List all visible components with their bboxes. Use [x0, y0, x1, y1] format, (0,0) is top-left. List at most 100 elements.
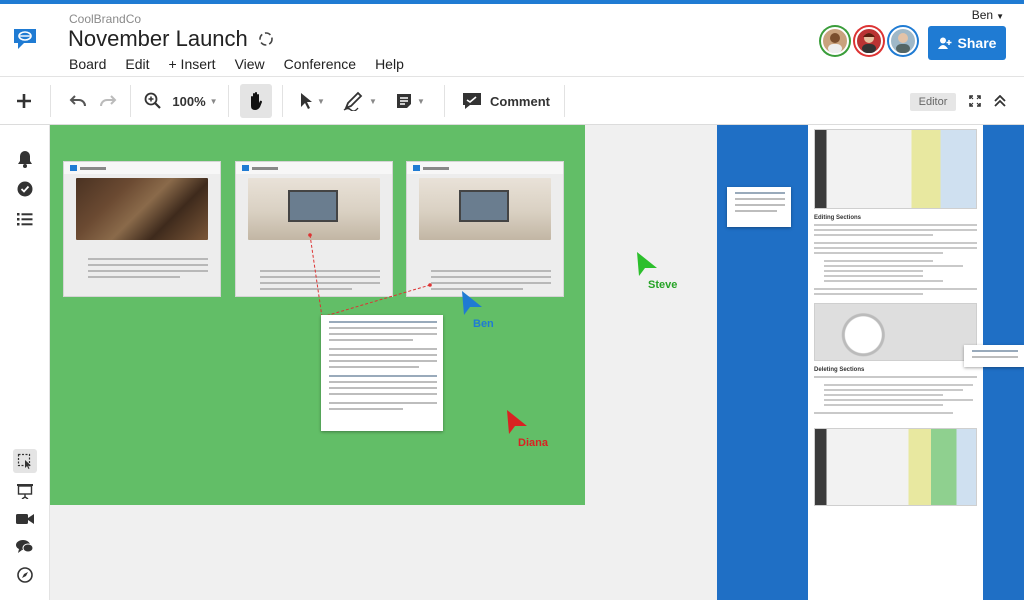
text-line — [824, 265, 963, 267]
brand-name: CoolBrandCo — [69, 12, 142, 26]
text-line — [735, 210, 777, 212]
text-line — [814, 288, 977, 290]
list-icon — [17, 213, 33, 226]
video-camera-icon — [16, 514, 34, 524]
text-line — [329, 321, 437, 323]
cursor-label: Steve — [648, 279, 678, 291]
comment-note[interactable] — [964, 345, 1024, 367]
green-section[interactable]: Steve Ben Diana — [50, 125, 677, 505]
notifications-button[interactable] — [13, 147, 37, 171]
chevron-down-icon: ▼ — [996, 12, 1004, 21]
hand-tool-button[interactable] — [240, 84, 272, 118]
avatar[interactable] — [821, 27, 849, 55]
fullscreen-button[interactable] — [966, 77, 984, 125]
text-line — [329, 360, 437, 362]
comment-note[interactable] — [727, 187, 791, 227]
cursor-label: Diana — [518, 437, 548, 449]
menu-view[interactable]: View — [235, 56, 265, 72]
comment-connectors — [308, 233, 432, 318]
mode-badge[interactable]: Editor — [910, 93, 956, 111]
menu-conference[interactable]: Conference — [284, 56, 356, 72]
menu-edit[interactable]: Edit — [125, 56, 149, 72]
navigator-button[interactable] — [13, 563, 37, 587]
user-menu[interactable]: Ben ▼ — [972, 8, 1004, 22]
cursor-arrow-icon — [462, 291, 482, 315]
undo-button[interactable] — [64, 77, 92, 125]
conceptboard-logo-icon[interactable] — [12, 26, 38, 52]
user-name: Ben — [971, 8, 994, 22]
text-line — [824, 280, 943, 282]
select-area-button[interactable] — [13, 449, 37, 473]
check-circle-icon — [17, 181, 33, 197]
toolbar-divider — [282, 85, 283, 117]
doc-screenshot — [814, 428, 977, 506]
user-add-icon — [937, 37, 952, 49]
chevron-down-icon: ▼ — [417, 96, 425, 106]
board-canvas[interactable]: Steve Ben Diana Editing Sections Deletin… — [50, 125, 1024, 600]
bell-icon — [18, 151, 32, 168]
text-line — [329, 387, 437, 389]
avatar[interactable] — [855, 27, 883, 55]
comment-button[interactable]: Comment — [458, 77, 554, 125]
tasks-button[interactable] — [13, 177, 37, 201]
menu-board[interactable]: Board — [69, 56, 106, 72]
text-line — [814, 242, 977, 244]
text-line — [814, 229, 977, 231]
board-title[interactable]: November Launch — [68, 26, 248, 52]
share-button[interactable]: Share — [928, 26, 1006, 60]
text-line — [329, 381, 437, 383]
chevron-down-icon: ▼ — [209, 96, 218, 106]
text-line — [329, 348, 437, 350]
sticky-note-icon — [397, 94, 412, 108]
text-line — [329, 366, 419, 368]
menu-help[interactable]: Help — [375, 56, 404, 72]
share-label: Share — [957, 35, 997, 51]
expand-icon — [969, 95, 981, 107]
toolbar-divider — [130, 85, 131, 117]
outline-button[interactable] — [13, 207, 37, 231]
text-line — [824, 260, 933, 262]
comment-thread[interactable] — [321, 315, 443, 431]
text-line — [329, 408, 403, 410]
main-menu: Board Edit + Insert View Conference Help — [69, 56, 423, 72]
text-line — [814, 412, 953, 414]
text-line — [814, 376, 977, 378]
collapse-toolbar-button[interactable] — [990, 77, 1010, 125]
text-line — [972, 356, 1018, 358]
chat-bubbles-icon — [16, 540, 34, 553]
add-button[interactable] — [10, 77, 38, 125]
zoom-button[interactable] — [140, 77, 166, 125]
zoom-in-icon — [144, 92, 161, 109]
text-line — [824, 404, 943, 406]
note-tool-button[interactable]: ▼ — [390, 77, 430, 125]
text-line — [735, 192, 785, 194]
presentation-button[interactable] — [13, 479, 37, 503]
text-line — [329, 333, 437, 335]
text-line — [329, 375, 437, 377]
chat-button[interactable] — [13, 535, 37, 559]
text-line — [824, 275, 923, 277]
text-line — [735, 204, 785, 206]
documentation-panel[interactable]: Editing Sections Deleting Sections — [808, 125, 983, 600]
text-line — [814, 247, 977, 249]
avatar[interactable] — [889, 27, 917, 55]
text-line — [814, 224, 977, 226]
select-tool-button[interactable]: ▼ — [294, 77, 330, 125]
text-line — [329, 393, 437, 395]
selection-icon — [17, 453, 31, 469]
video-call-button[interactable] — [13, 507, 37, 531]
pen-tool-button[interactable]: ▼ — [340, 77, 380, 125]
text-line — [735, 198, 785, 200]
toolbar-divider — [228, 85, 229, 117]
redo-button[interactable] — [94, 77, 122, 125]
text-line — [814, 234, 933, 236]
menu-insert[interactable]: + Insert — [168, 56, 215, 72]
pen-icon — [343, 91, 363, 111]
doc-screenshot — [814, 303, 977, 361]
doc-screenshot — [814, 129, 977, 209]
chevron-down-icon: ▼ — [369, 96, 377, 106]
text-line — [824, 399, 973, 401]
zoom-level-dropdown[interactable]: 100% ▼ — [170, 77, 220, 125]
hand-icon — [251, 92, 263, 110]
text-line — [329, 327, 437, 329]
